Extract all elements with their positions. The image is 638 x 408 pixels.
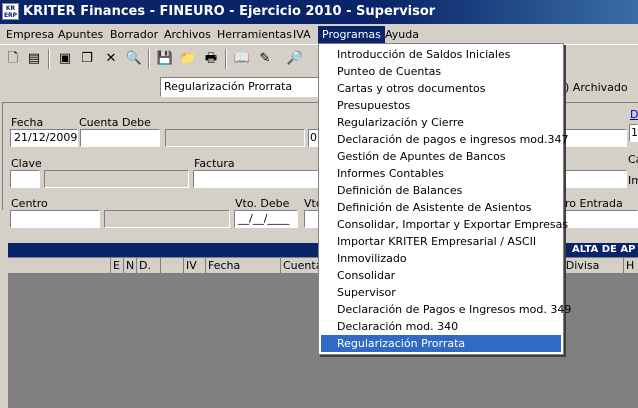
- centro-label: Centro: [11, 197, 48, 210]
- search-icon[interactable]: 🔎: [285, 49, 305, 69]
- menu-option-definicion-balances[interactable]: Definición de Balances: [321, 182, 561, 199]
- menu-option-mod349[interactable]: Declaración de Pagos e Ingresos mod. 349: [321, 301, 571, 318]
- copy-icon[interactable]: ❐: [77, 49, 97, 69]
- menu-option-mod340[interactable]: Declaración mod. 340: [321, 318, 561, 335]
- programas-dropdown-menu: Introducción de Saldos Iniciales Punteo …: [318, 43, 571, 355]
- menu-option-punteo-cuentas[interactable]: Punteo de Cuentas: [321, 63, 561, 80]
- col-fecha[interactable]: Fecha: [206, 258, 281, 274]
- menu-option-inmovilizado[interactable]: Inmovilizado: [321, 250, 561, 267]
- grid-title: ALTA DE AP: [572, 244, 636, 255]
- fecha-label: Fecha: [11, 116, 44, 129]
- col-h[interactable]: H: [624, 258, 638, 274]
- edit-icon[interactable]: ✎: [255, 49, 275, 69]
- save-disk-icon[interactable]: 💾: [155, 49, 175, 69]
- right-amount-field[interactable]: [565, 129, 627, 147]
- menu-option-saldos-iniciales[interactable]: Introducción de Saldos Iniciales: [321, 46, 561, 63]
- centro-description: [104, 210, 230, 228]
- toolbar-separator: [48, 49, 50, 69]
- clave-field[interactable]: [10, 170, 40, 188]
- menu-option-regularizacion-cierre[interactable]: Regularización y Cierre: [321, 114, 561, 131]
- window-title: KRITER Finances - FINEURO - Ejercicio 20…: [23, 4, 436, 19]
- menu-option-presupuestos[interactable]: Presupuestos: [321, 97, 561, 114]
- menu-herramientas[interactable]: Herramientas: [213, 26, 296, 43]
- app-logo: KR ERP: [2, 3, 19, 20]
- menu-option-mod347[interactable]: Declaración de pagos e ingresos mod.347: [321, 131, 569, 148]
- menu-option-consolidar-importar-exportar[interactable]: Consolidar, Importar y Exportar Empresas: [321, 216, 568, 233]
- menu-option-cartas[interactable]: Cartas y otros documentos: [321, 80, 561, 97]
- right-ca-label: Ca: [628, 153, 638, 166]
- vto-debe-field[interactable]: __/__/____: [234, 210, 298, 228]
- menu-archivos[interactable]: Archivos: [160, 26, 215, 43]
- factura-label: Factura: [194, 157, 235, 170]
- fecha-field[interactable]: 21/12/2009: [10, 129, 78, 147]
- toolbar-separator: [225, 49, 227, 69]
- notes-icon[interactable]: ▤: [24, 49, 44, 69]
- col-cuenta[interactable]: Cuenta: [281, 258, 321, 274]
- menu-option-asistente-asientos[interactable]: Definición de Asistente de Asientos: [321, 199, 561, 216]
- right-1-field[interactable]: 1: [629, 124, 638, 142]
- archivado-label: ) Archivado: [565, 81, 628, 94]
- menu-option-apuntes-bancos[interactable]: Gestión de Apuntes de Bancos: [321, 148, 561, 165]
- menu-option-supervisor[interactable]: Supervisor: [321, 284, 561, 301]
- centro-field[interactable]: [10, 210, 100, 228]
- cuenta-debe-description: [165, 129, 305, 147]
- col-blank-2[interactable]: [161, 258, 184, 274]
- col-d[interactable]: D.: [137, 258, 161, 274]
- search-input[interactable]: Regularización Prorrata: [160, 77, 322, 97]
- menu-option-regularizacion-prorrata[interactable]: Regularización Prorrata: [321, 335, 561, 352]
- right-d-link[interactable]: D: [630, 108, 638, 121]
- menu-empresa[interactable]: Empresa: [2, 26, 58, 43]
- right-im-label: Im: [628, 174, 638, 187]
- title-bar: KR ERP KRITER Finances - FINEURO - Ejerc…: [0, 0, 638, 24]
- menu-bar: Empresa Apuntes Borrador Archivos Herram…: [0, 24, 638, 44]
- col-e[interactable]: E: [111, 258, 124, 274]
- col-divisa[interactable]: ).Divisa: [556, 258, 624, 274]
- menu-option-importar-kriter[interactable]: Importar KRITER Empresarial / ASCII: [321, 233, 561, 250]
- col-n[interactable]: N: [124, 258, 137, 274]
- vto-debe-label: Vto. Debe: [235, 197, 290, 210]
- col-blank[interactable]: [8, 258, 111, 274]
- printer-icon[interactable]: 🖶: [201, 49, 221, 69]
- clave-label: Clave: [11, 157, 42, 170]
- clave-description: [44, 170, 189, 188]
- folder-icon[interactable]: 📁: [178, 49, 198, 69]
- cuenta-debe-field[interactable]: [80, 129, 160, 147]
- factura-field[interactable]: [193, 170, 318, 188]
- menu-option-informes-contables[interactable]: Informes Contables: [321, 165, 561, 182]
- delete-icon[interactable]: ✕: [101, 49, 121, 69]
- entrada-field[interactable]: [565, 210, 638, 228]
- menu-ayuda[interactable]: Ayuda: [381, 26, 423, 43]
- print-preview-icon[interactable]: 🔍: [124, 49, 144, 69]
- book-icon[interactable]: 📖: [232, 49, 252, 69]
- save-icon[interactable]: ▣: [55, 49, 75, 69]
- menu-iva[interactable]: IVA: [289, 26, 315, 43]
- menu-option-consolidar[interactable]: Consolidar: [321, 267, 561, 284]
- toolbar-separator: [148, 49, 150, 69]
- menu-borrador[interactable]: Borrador: [106, 26, 162, 43]
- right-factura-field[interactable]: [565, 170, 627, 188]
- menu-programas[interactable]: Programas: [318, 26, 385, 43]
- entrada-label: ro Entrada: [565, 197, 623, 210]
- new-document-icon[interactable]: 🗋: [3, 49, 23, 69]
- col-iv[interactable]: IV: [184, 258, 206, 274]
- menu-apuntes[interactable]: Apuntes: [54, 26, 107, 43]
- cuenta-debe-label: Cuenta Debe: [79, 116, 151, 129]
